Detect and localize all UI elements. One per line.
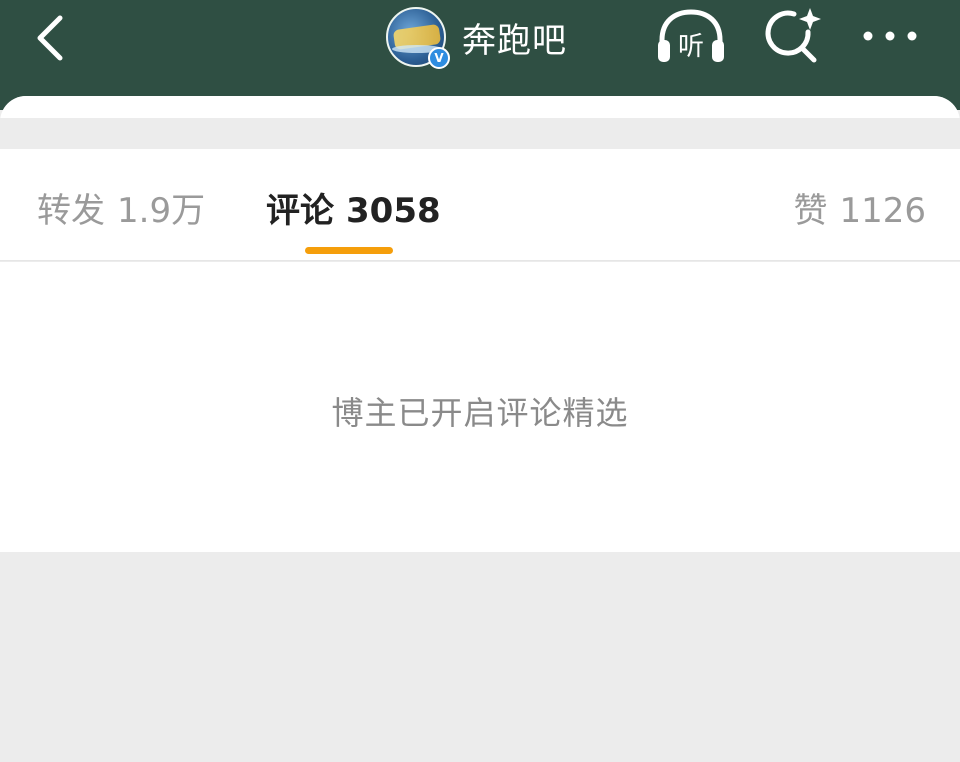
comments-panel: 博主已开启评论精选 [0,262,960,552]
search-sparkle-icon [765,8,821,63]
page-title: 奔跑吧 [462,20,567,61]
sheet-top-edge [0,96,960,118]
active-tab-indicator [305,247,393,254]
more-dots-icon [863,31,917,41]
tab-comments-count: 3058 [346,191,441,231]
listen-button[interactable]: 听 [654,6,728,66]
tab-likes[interactable]: 赞 1126 [793,183,926,232]
avatar[interactable]: V [386,7,450,69]
tab-reposts-label: 转发 [37,191,105,231]
tab-comments-label: 评论 [266,191,334,231]
tab-reposts-count: 1.9万 [117,191,206,231]
more-options-button[interactable] [860,18,920,54]
tab-likes-label: 赞 [793,191,828,231]
tab-likes-count: 1126 [839,191,926,231]
back-button[interactable] [28,10,78,66]
back-chevron-icon [37,15,63,61]
top-navigation-bar: V 奔跑吧 听 [0,0,960,110]
tab-reposts[interactable]: 转发 1.9万 [37,183,205,232]
tab-comments[interactable]: 评论 3058 [266,183,441,232]
headphones-icon: 听 [658,9,724,62]
account-title-group[interactable]: V 奔跑吧 [386,4,567,70]
search-button[interactable] [764,6,824,66]
curated-comments-notice: 博主已开启评论精选 [331,394,629,432]
listen-label: 听 [678,32,704,62]
post-detail-sheet: 转发 1.9万 评论 3058 赞 1126 博主已开启评论精选 [0,96,960,762]
verified-badge-icon: V [428,47,450,69]
interaction-tabs: 转发 1.9万 评论 3058 赞 1126 [0,149,960,261]
